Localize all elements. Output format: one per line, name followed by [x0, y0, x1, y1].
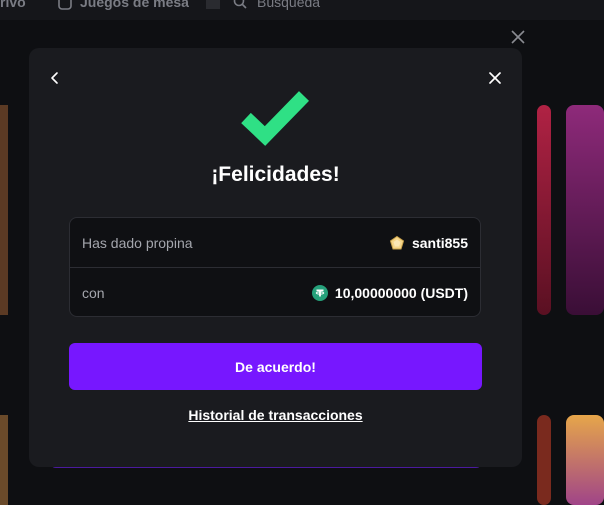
tip-amount-label: con [82, 285, 105, 301]
tip-amount: 10,00000000 (USDT) [311, 285, 468, 301]
tip-details: Has dado propina santi855 con 10,0000000… [69, 217, 481, 317]
confirm-button[interactable]: De acuerdo! [69, 343, 482, 390]
background-game-card [0, 415, 8, 505]
search-icon[interactable] [233, 0, 247, 12]
tip-recipient-row: Has dado propina santi855 [70, 218, 480, 268]
close-icon [489, 72, 501, 84]
background-game-card [0, 105, 8, 315]
overlay-close-icon[interactable] [509, 28, 527, 46]
background-game-card [537, 105, 551, 315]
tether-icon [311, 285, 328, 301]
close-button[interactable] [484, 67, 506, 89]
nav-item-board-games[interactable]: Juegos de mesa [80, 0, 189, 10]
tip-recipient: santi855 [389, 235, 468, 251]
checkmark-icon [241, 91, 310, 146]
tip-amount-value: 10,00000000 (USDT) [334, 285, 468, 301]
tip-amount-row: con 10,00000000 (USDT) [70, 268, 480, 318]
dice-icon [58, 0, 72, 10]
modal-title: ¡Felicidades! [211, 163, 340, 186]
back-button[interactable] [44, 67, 66, 89]
chevron-left-icon [51, 72, 58, 84]
tip-recipient-label: Has dado propina [82, 234, 193, 251]
nav-item-live[interactable]: rivo [0, 0, 26, 10]
background-game-card [566, 415, 604, 505]
vip-badge-icon [389, 235, 405, 249]
search-input[interactable]: Búsqueda [257, 0, 320, 10]
background-game-card [537, 415, 551, 505]
nav-divider-icon [206, 0, 220, 9]
transaction-history-link[interactable]: Historial de transacciones [29, 407, 522, 423]
top-navigation-bar: rivo Juegos de mesa Búsqueda [0, 0, 604, 20]
background-game-card [566, 105, 604, 315]
tip-recipient-name: santi855 [411, 234, 468, 251]
